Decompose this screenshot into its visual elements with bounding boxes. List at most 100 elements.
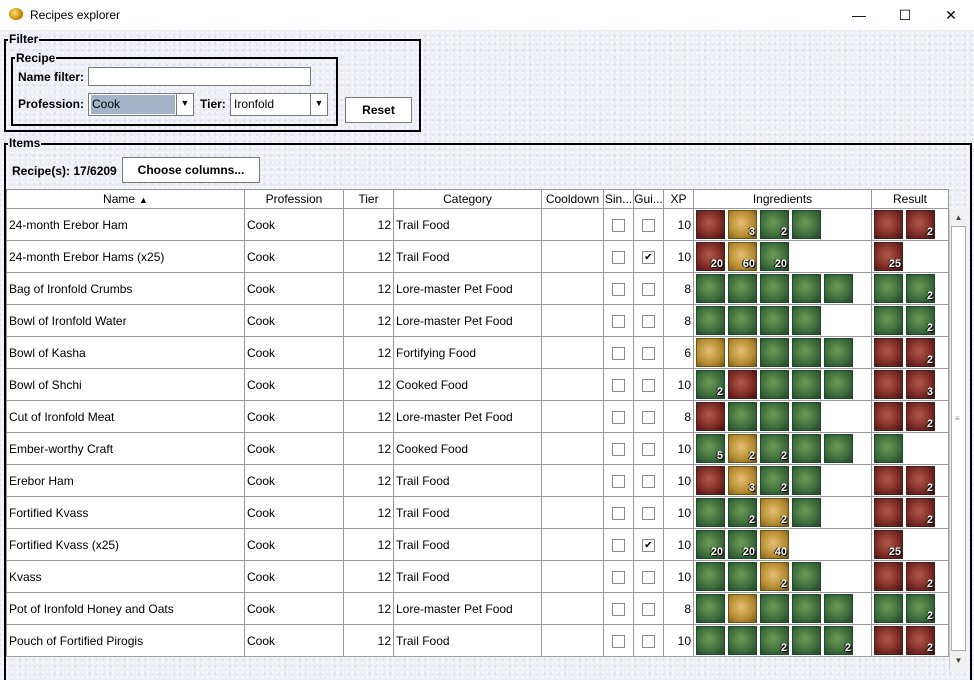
- table-row[interactable]: Fortified Kvass (x25) Cook 12 Trail Food ✔ 10…: [6, 528, 949, 561]
- table-row[interactable]: Erebor Ham Cook 12 Trail Food 10 3 2 2: [6, 464, 949, 497]
- item-icon[interactable]: [728, 626, 757, 655]
- scroll-up-icon[interactable]: ▲: [950, 209, 967, 226]
- tier-column-header[interactable]: Tier: [343, 189, 394, 209]
- item-icon[interactable]: 2: [760, 466, 789, 495]
- guild-checkbox[interactable]: [642, 346, 655, 360]
- item-icon[interactable]: [696, 562, 725, 591]
- name-column-header[interactable]: Name ▲: [6, 189, 245, 209]
- guild-column-header[interactable]: Gui...: [633, 189, 664, 209]
- item-icon[interactable]: [792, 594, 821, 623]
- item-icon[interactable]: [824, 370, 853, 399]
- name-filter-input[interactable]: [88, 67, 311, 86]
- item-icon[interactable]: [874, 210, 903, 239]
- item-icon[interactable]: 2: [906, 402, 935, 431]
- item-icon[interactable]: 5: [696, 434, 725, 463]
- item-icon[interactable]: [760, 594, 789, 623]
- item-icon[interactable]: 2: [906, 562, 935, 591]
- item-icon[interactable]: [696, 306, 725, 335]
- item-icon[interactable]: 3: [728, 210, 757, 239]
- guild-checkbox[interactable]: [642, 442, 655, 456]
- item-icon[interactable]: 2: [906, 466, 935, 495]
- guild-checkbox[interactable]: [642, 282, 655, 296]
- item-icon[interactable]: 3: [728, 466, 757, 495]
- reset-button[interactable]: Reset: [345, 97, 412, 123]
- single-checkbox[interactable]: [612, 602, 625, 616]
- guild-checkbox[interactable]: [642, 410, 655, 424]
- item-icon[interactable]: [728, 370, 757, 399]
- item-icon[interactable]: [792, 338, 821, 367]
- item-icon[interactable]: 2: [760, 626, 789, 655]
- result-column-header[interactable]: Result: [871, 189, 949, 209]
- single-checkbox[interactable]: [612, 634, 625, 648]
- profession-column-header[interactable]: Profession: [244, 189, 344, 209]
- item-icon[interactable]: [696, 498, 725, 527]
- item-icon[interactable]: 20: [728, 530, 757, 559]
- table-row[interactable]: Cut of Ironfold Meat Cook 12 Lore-master Pe…: [6, 400, 949, 433]
- close-button[interactable]: ✕: [928, 0, 974, 30]
- guild-checkbox[interactable]: [642, 602, 655, 616]
- item-icon[interactable]: [792, 498, 821, 527]
- item-icon[interactable]: 20: [760, 242, 789, 271]
- single-checkbox[interactable]: [612, 570, 625, 584]
- item-icon[interactable]: [874, 562, 903, 591]
- guild-checkbox[interactable]: ✔: [642, 250, 655, 264]
- item-icon[interactable]: [792, 434, 821, 463]
- cooldown-column-header[interactable]: Cooldown: [541, 189, 604, 209]
- item-icon[interactable]: [874, 402, 903, 431]
- item-icon[interactable]: [874, 338, 903, 367]
- item-icon[interactable]: [792, 626, 821, 655]
- table-row[interactable]: Bag of Ironfold Crumbs Cook 12 Lore-master …: [6, 272, 949, 305]
- item-icon[interactable]: [760, 370, 789, 399]
- item-icon[interactable]: [824, 274, 853, 303]
- maximize-button[interactable]: ☐: [882, 0, 928, 30]
- scroll-down-icon[interactable]: ▼: [950, 652, 967, 669]
- item-icon[interactable]: 40: [760, 530, 789, 559]
- item-icon[interactable]: [874, 274, 903, 303]
- item-icon[interactable]: [696, 466, 725, 495]
- ingredients-column-header[interactable]: Ingredients: [693, 189, 872, 209]
- category-column-header[interactable]: Category: [393, 189, 542, 209]
- item-icon[interactable]: 60: [728, 242, 757, 271]
- item-icon[interactable]: 2: [906, 338, 935, 367]
- item-icon[interactable]: [696, 338, 725, 367]
- item-icon[interactable]: 2: [760, 434, 789, 463]
- item-icon[interactable]: 2: [906, 626, 935, 655]
- item-icon[interactable]: [792, 562, 821, 591]
- guild-checkbox[interactable]: [642, 218, 655, 232]
- chevron-down-icon[interactable]: ▼: [176, 94, 193, 115]
- item-icon[interactable]: 2: [824, 626, 853, 655]
- table-row[interactable]: Ember-worthy Craft Cook 12 Cooked Food 10 5 2 2: [6, 432, 949, 465]
- item-icon[interactable]: [874, 306, 903, 335]
- item-icon[interactable]: 3: [906, 370, 935, 399]
- item-icon[interactable]: [760, 338, 789, 367]
- profession-select[interactable]: Cook ▼: [88, 93, 194, 116]
- chevron-down-icon[interactable]: ▼: [310, 94, 327, 115]
- table-row[interactable]: Kvass Cook 12 Trail Food 10 2 2: [6, 560, 949, 593]
- item-icon[interactable]: [696, 274, 725, 303]
- item-icon[interactable]: [874, 498, 903, 527]
- single-checkbox[interactable]: [612, 538, 625, 552]
- single-checkbox[interactable]: [612, 218, 625, 232]
- item-icon[interactable]: 2: [760, 498, 789, 527]
- item-icon[interactable]: [874, 626, 903, 655]
- item-icon[interactable]: [728, 562, 757, 591]
- item-icon[interactable]: [696, 594, 725, 623]
- item-icon[interactable]: 2: [696, 370, 725, 399]
- item-icon[interactable]: 2: [906, 306, 935, 335]
- single-checkbox[interactable]: [612, 282, 625, 296]
- item-icon[interactable]: [792, 402, 821, 431]
- item-icon[interactable]: 25: [874, 530, 903, 559]
- item-icon[interactable]: [824, 434, 853, 463]
- item-icon[interactable]: [824, 594, 853, 623]
- single-checkbox[interactable]: [612, 314, 625, 328]
- guild-checkbox[interactable]: [642, 570, 655, 584]
- item-icon[interactable]: [728, 274, 757, 303]
- single-checkbox[interactable]: [612, 250, 625, 264]
- item-icon[interactable]: [874, 466, 903, 495]
- table-row[interactable]: Pouch of Fortified Pirogis Cook 12 Trail Fo…: [6, 624, 949, 657]
- table-row[interactable]: Pot of Ironfold Honey and Oats Cook 12 Lore…: [6, 592, 949, 625]
- item-icon[interactable]: [760, 274, 789, 303]
- item-icon[interactable]: [728, 338, 757, 367]
- single-checkbox[interactable]: [612, 346, 625, 360]
- minimize-button[interactable]: —: [836, 0, 882, 30]
